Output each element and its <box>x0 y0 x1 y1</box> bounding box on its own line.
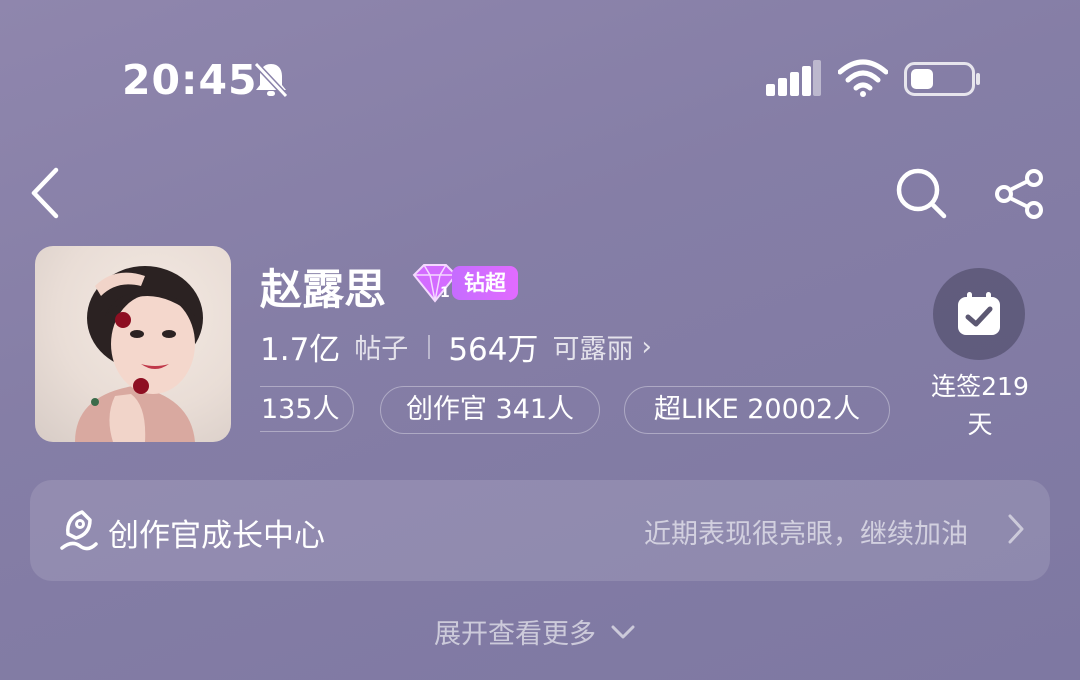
stat-divider <box>428 334 431 359</box>
checkin-button[interactable] <box>933 268 1025 360</box>
profile-name: 赵露思 <box>260 265 387 314</box>
badge-level: 1 <box>440 285 450 301</box>
tag-chip[interactable]: 创作官 341人 <box>380 386 600 434</box>
fans-label[interactable]: 可露丽 <box>552 327 633 366</box>
chevron-right-icon[interactable]: › <box>641 332 651 362</box>
status-time: 20:45 <box>122 56 258 104</box>
chevron-right-icon <box>1008 514 1024 544</box>
expand-more-button[interactable]: 展开查看更多 <box>434 612 636 651</box>
expand-label: 展开查看更多 <box>434 619 596 650</box>
profile-stats: 1.7亿 帖子 564万 可露丽 › <box>260 324 652 369</box>
wifi-icon <box>838 59 888 97</box>
posts-count: 1.7亿 <box>260 332 341 368</box>
chevron-down-icon <box>611 625 635 638</box>
posts-label: 帖子 <box>354 334 409 365</box>
avatar[interactable] <box>35 246 231 442</box>
share-icon[interactable] <box>994 168 1046 220</box>
tag-chip[interactable]: 135人 <box>260 386 354 432</box>
search-icon[interactable] <box>894 166 950 222</box>
growth-card-subtitle: 近期表现很亮眼，继续加油 <box>644 519 968 550</box>
tag-chip[interactable]: 超LIKE 20002人 <box>624 386 890 434</box>
tag-row[interactable]: 135人 创作官 341人 超LIKE 20002人 <box>260 386 920 438</box>
badge-label: 钻超 <box>452 266 518 300</box>
avatar-image <box>75 266 203 442</box>
creator-icon <box>60 510 98 551</box>
calendar-check-icon <box>958 292 1000 335</box>
checkin-label: 连签219 天 <box>916 368 1044 444</box>
growth-card-title: 创作官成长中心 <box>108 518 325 554</box>
checkin-days: 连签219 <box>931 372 1029 401</box>
signal-icon <box>766 60 821 96</box>
back-arrow-icon[interactable] <box>26 166 66 220</box>
checkin-unit: 天 <box>967 410 993 439</box>
bell-muted-icon <box>253 61 289 99</box>
battery-icon <box>904 62 980 96</box>
fans-count[interactable]: 564万 <box>448 324 538 369</box>
